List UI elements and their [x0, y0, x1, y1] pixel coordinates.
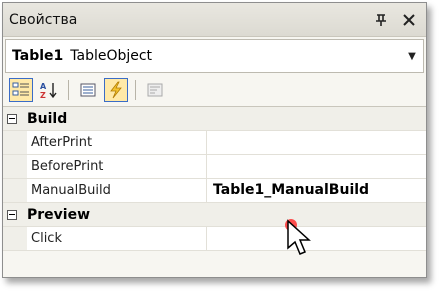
property-row[interactable]: ManualBuild Table1_ManualBuild: [3, 179, 426, 203]
category-label: Build: [27, 111, 68, 127]
property-row[interactable]: Click: [3, 227, 426, 251]
panel-title: Свойства: [9, 11, 78, 28]
alphabetical-button[interactable]: A Z: [37, 78, 61, 102]
property-value[interactable]: [207, 155, 426, 178]
object-selector[interactable]: Table1 TableObject ▼: [5, 39, 424, 73]
alphabetical-sort-icon: A Z: [40, 82, 57, 99]
panel-titlebar: Свойства: [3, 3, 426, 37]
properties-panel: Свойства Table1 TableObject ▼ A Z Build …: [2, 2, 427, 278]
property-pages-button[interactable]: [143, 78, 167, 102]
categorized-button[interactable]: [9, 77, 33, 102]
category-row-preview[interactable]: Preview: [3, 203, 426, 227]
close-icon[interactable]: [398, 9, 420, 31]
property-pages-icon: [147, 83, 163, 96]
category-label: Preview: [27, 207, 91, 223]
property-name: BeforePrint: [27, 155, 207, 178]
object-type: TableObject: [70, 48, 153, 64]
property-name: AfterPrint: [27, 131, 207, 154]
properties-icon: [80, 83, 96, 96]
object-name: Table1: [12, 48, 64, 64]
categorized-icon: [12, 82, 29, 95]
svg-text:A: A: [40, 82, 47, 91]
property-value[interactable]: [207, 227, 426, 250]
mouse-pointer-icon: [285, 219, 311, 255]
property-toolbar: A Z: [3, 73, 426, 107]
toolbar-separator: [135, 79, 136, 100]
property-row[interactable]: BeforePrint: [3, 155, 426, 179]
svg-text:Z: Z: [40, 91, 46, 99]
collapse-icon[interactable]: [3, 203, 21, 226]
pin-icon[interactable]: [370, 9, 392, 31]
property-name: Click: [27, 227, 207, 250]
collapse-icon[interactable]: [3, 107, 21, 130]
property-value[interactable]: [207, 131, 426, 154]
category-row-build[interactable]: Build: [3, 107, 426, 131]
property-value[interactable]: Table1_ManualBuild: [207, 179, 426, 202]
toolbar-separator: [68, 79, 69, 100]
events-button[interactable]: [104, 77, 128, 102]
properties-button[interactable]: [76, 78, 100, 102]
chevron-down-icon[interactable]: ▼: [401, 51, 423, 62]
property-grid: Build AfterPrint BeforePrint ManualBuild…: [3, 107, 426, 251]
property-name: ManualBuild: [27, 179, 207, 202]
events-lightning-icon: [110, 81, 122, 98]
property-row[interactable]: AfterPrint: [3, 131, 426, 155]
